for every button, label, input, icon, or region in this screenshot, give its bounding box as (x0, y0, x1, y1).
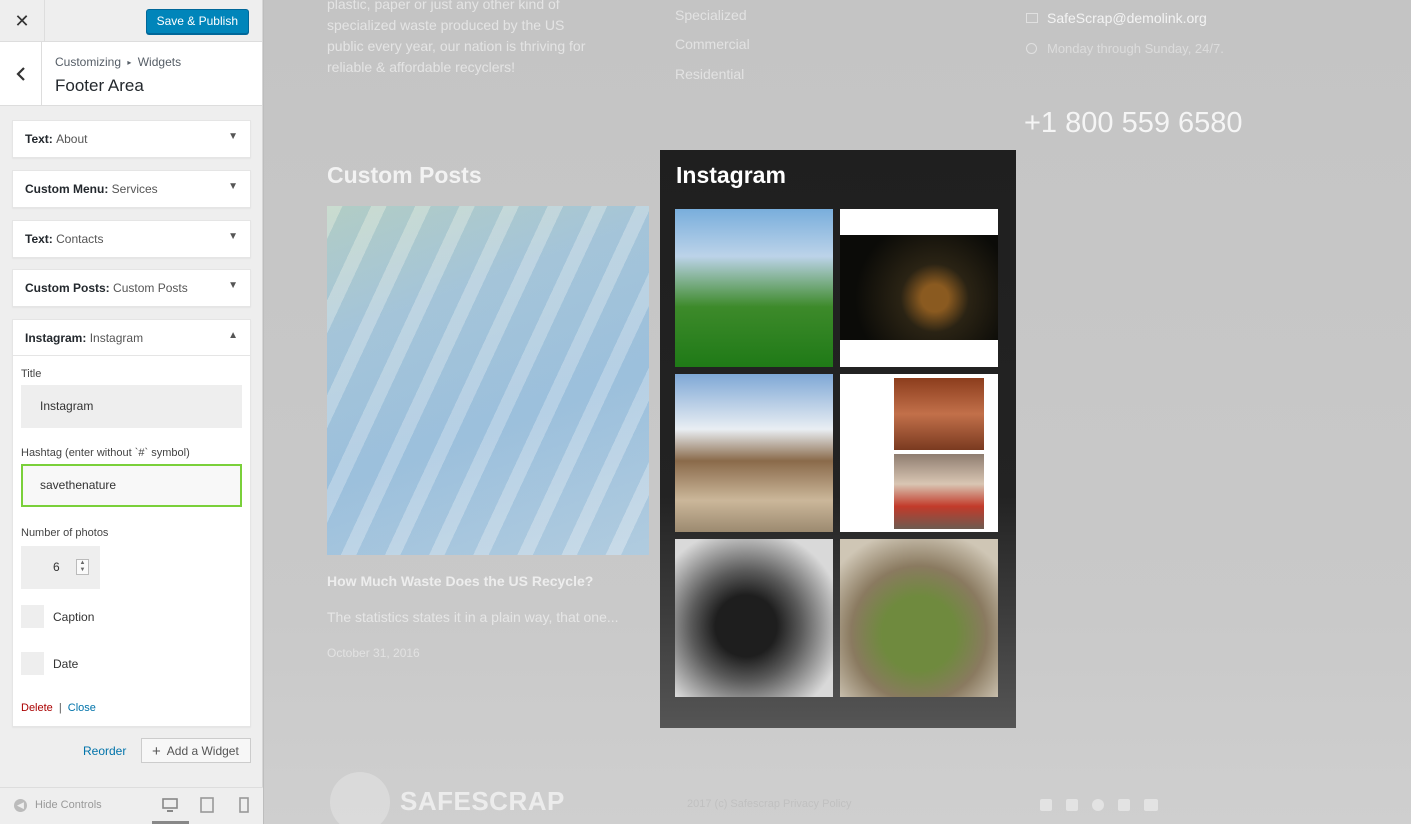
pinterest-icon[interactable] (1092, 799, 1104, 811)
widget-text-contacts[interactable]: Text: Contacts ▼ (12, 220, 251, 258)
photos-number-input[interactable]: 6 ▲ ▼ (21, 546, 100, 589)
site-brand[interactable]: SAFESCRAP (400, 786, 565, 817)
save-publish-button[interactable]: Save & Publish (145, 9, 249, 34)
hashtag-input[interactable]: savethenature (21, 464, 242, 507)
service-link[interactable]: Commercial (675, 36, 750, 52)
instagram-photo[interactable] (840, 374, 998, 532)
breadcrumb-root: Customizing (55, 55, 122, 69)
customizer-sidebar: ✕ Save & Publish Customizing ▸ Widgets F… (0, 0, 263, 824)
date-label: Date (53, 657, 79, 671)
hashtag-label: Hashtag (enter without `#` symbol) (21, 447, 190, 459)
section-header: Customizing ▸ Widgets Footer Area (0, 42, 262, 106)
caret-down-icon[interactable]: ▼ (228, 181, 238, 192)
date-checkbox[interactable] (21, 652, 44, 675)
photos-label: Number of photos (21, 527, 109, 539)
contact-phone: +1 800 559 6580 (1024, 107, 1243, 139)
contact-hours: Monday through Sunday, 24/7. (1047, 41, 1224, 56)
site-preview: plastic, paper or just any other kind of… (264, 0, 1411, 824)
post-thumbnail[interactable] (327, 206, 649, 555)
widget-type: Custom Posts: (25, 281, 110, 295)
widget-instagram: Instagram: Instagram ▲ Title Instagram H… (12, 319, 251, 727)
caret-down-icon[interactable]: ▼ (228, 280, 238, 291)
delete-link[interactable]: Delete (21, 702, 53, 714)
widget-header[interactable]: Text: About ▼ (13, 121, 250, 157)
arrow-left-circle-icon: ◀ (14, 799, 27, 812)
desktop-icon[interactable] (162, 797, 178, 813)
instagram-photo[interactable] (840, 539, 998, 697)
youtube-icon[interactable] (1144, 799, 1158, 811)
widget-name: Contacts (56, 232, 104, 246)
site-logo-icon[interactable] (330, 772, 390, 824)
caret-down-icon[interactable]: ▼ (228, 131, 238, 142)
title-input[interactable]: Instagram (21, 385, 242, 428)
service-link[interactable]: Residential (675, 66, 744, 82)
hide-controls-button[interactable]: ◀ Hide Controls (14, 799, 102, 812)
service-link[interactable]: Specialized (675, 7, 747, 23)
breadcrumb-current: Widgets (137, 55, 182, 69)
widget-header[interactable]: Text: Contacts ▼ (13, 221, 250, 257)
post-date: October 31, 2016 (327, 646, 420, 660)
photos-value: 6 (53, 560, 60, 574)
widget-name: Custom Posts (113, 281, 188, 295)
reorder-link[interactable]: Reorder (83, 744, 126, 758)
widget-name: About (56, 132, 88, 146)
custom-posts-heading: Custom Posts (327, 162, 482, 188)
about-text: plastic, paper or just any other kind of… (327, 0, 586, 75)
caret-down-icon[interactable]: ▼ (228, 231, 238, 242)
instagram-photo[interactable] (675, 539, 833, 697)
tablet-icon[interactable] (199, 797, 215, 813)
instagram-photo[interactable] (675, 374, 833, 532)
spinner-arrows-icon[interactable]: ▲ ▼ (76, 559, 89, 575)
plus-icon: + (152, 743, 161, 760)
close-link[interactable]: Close (68, 702, 96, 714)
mobile-icon[interactable] (236, 797, 252, 813)
caption-checkbox[interactable] (21, 605, 44, 628)
widget-name: Instagram (89, 331, 144, 345)
title-label: Title (21, 368, 42, 380)
caret-up-icon[interactable]: ▲ (228, 330, 238, 341)
widget-type: Instagram: (25, 331, 87, 345)
post-title-link[interactable]: How Much Waste Does the US Recycle? (327, 573, 593, 589)
widget-text-about[interactable]: Text: About ▼ (12, 120, 251, 158)
add-widget-label: Add a Widget (166, 744, 239, 758)
hide-controls-label: Hide Controls (35, 799, 102, 811)
post-excerpt: The statistics states it in a plain way,… (327, 609, 619, 625)
add-widget-button[interactable]: + Add a Widget (141, 738, 251, 763)
widget-actions: Delete | Close (21, 702, 96, 714)
twitter-icon[interactable] (1040, 799, 1052, 811)
instagram-widget-preview: Instagram (660, 150, 1016, 728)
back-button[interactable] (0, 42, 42, 105)
widget-header[interactable]: Custom Posts: Custom Posts ▼ (13, 270, 250, 306)
widget-name: Services (111, 182, 158, 196)
instagram-photo[interactable] (840, 209, 998, 367)
instagram-heading: Instagram (676, 162, 786, 188)
customizer-footer: ◀ Hide Controls (0, 787, 263, 824)
breadcrumb-separator: ▸ (127, 58, 132, 67)
widget-custom-menu-services[interactable]: Custom Menu: Services ▼ (12, 170, 251, 208)
clock-icon (1026, 43, 1037, 54)
contact-email[interactable]: SafeScrap@demolink.org (1047, 10, 1207, 26)
facebook-icon[interactable] (1066, 799, 1078, 811)
widget-type: Text: (25, 232, 53, 246)
widget-header[interactable]: Instagram: Instagram ▲ (13, 320, 250, 356)
widget-header[interactable]: Custom Menu: Services ▼ (13, 171, 250, 207)
close-customizer-button[interactable]: ✕ (0, 0, 45, 42)
instagram-photo[interactable] (675, 209, 833, 367)
customizer-header: ✕ Save & Publish (0, 0, 262, 42)
caption-label: Caption (53, 610, 95, 624)
widget-type: Text: (25, 132, 53, 146)
chevron-left-icon (15, 66, 25, 81)
widget-type: Custom Menu: (25, 182, 109, 196)
breadcrumb: Customizing ▸ Widgets (55, 55, 181, 69)
laptop-icon (1026, 13, 1038, 23)
instagram-icon[interactable] (1118, 799, 1130, 811)
actions-separator: | (58, 702, 62, 714)
widget-custom-posts[interactable]: Custom Posts: Custom Posts ▼ (12, 269, 251, 307)
section-title: Footer Area (55, 76, 144, 95)
copyright-text: 2017 (c) Safescrap Privacy Policy (687, 798, 852, 810)
